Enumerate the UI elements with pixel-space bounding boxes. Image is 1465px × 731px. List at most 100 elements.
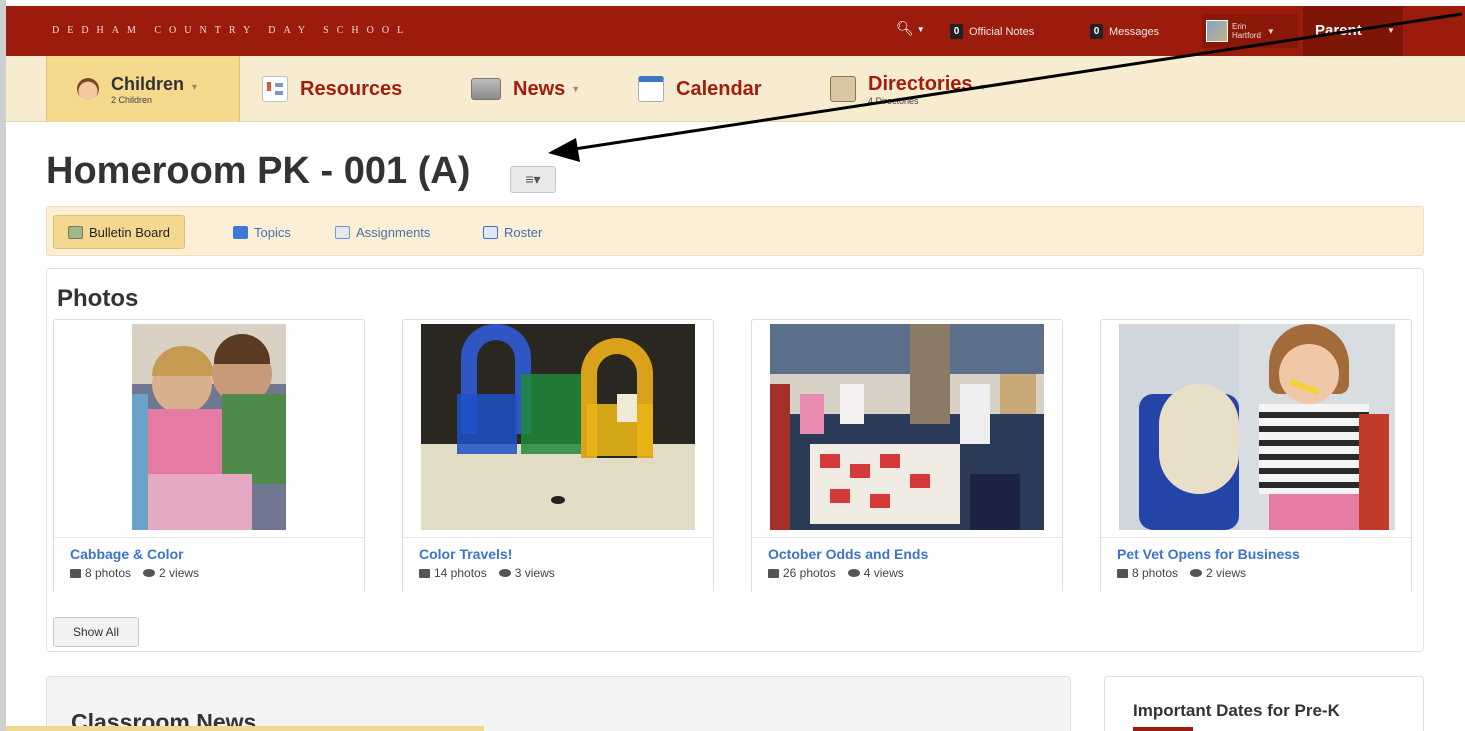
notification-strip (6, 726, 484, 731)
eye-icon (847, 569, 860, 577)
messages-link[interactable]: 0 Messages (1090, 24, 1159, 39)
bulletin-icon (68, 225, 83, 239)
tab-roster[interactable]: Roster (469, 215, 556, 249)
directory-icon (830, 76, 856, 102)
tab-bulletin-board[interactable]: Bulletin Board (53, 215, 185, 249)
photo-album-card[interactable]: Cabbage & Color 8 photos 2 views (53, 319, 365, 593)
section-menu-button[interactable]: ≡▾ (510, 166, 556, 193)
calendar-icon (638, 76, 664, 102)
chevron-down-icon: ▼ (1387, 26, 1395, 35)
official-notes-label: Official Notes (969, 25, 1035, 38)
eye-icon (498, 569, 511, 577)
official-notes-count: 0 (950, 24, 963, 39)
album-caption: Color Travels! 14 photos 3 views (403, 537, 713, 593)
school-name[interactable]: DEDHAM COUNTRY DAY SCHOOL (52, 25, 411, 36)
tab-label: Assignments (356, 224, 431, 240)
album-title-link[interactable]: Pet Vet Opens for Business (1117, 546, 1411, 562)
photos-title: Photos (57, 285, 139, 312)
nav-label-directories: Directories (868, 72, 973, 95)
album-view-count: 2 views (1206, 566, 1247, 580)
album-photo-count: 14 photos (434, 566, 487, 580)
role-label: Parent (1315, 22, 1362, 39)
tab-topics[interactable]: Topics (219, 215, 305, 249)
album-title-link[interactable]: Cabbage & Color (70, 546, 364, 562)
official-notes-link[interactable]: 0 Official Notes (950, 24, 1034, 39)
date-badge (1133, 727, 1193, 731)
photo-icon (419, 568, 430, 578)
tab-label: Bulletin Board (89, 224, 170, 240)
nav-label-resources: Resources (300, 77, 403, 100)
resources-icon (262, 76, 288, 102)
photo-album-card[interactable]: October Odds and Ends 26 photos 4 views (751, 319, 1063, 593)
avatar (1206, 20, 1228, 42)
chevron-down-icon: ▼ (978, 81, 988, 92)
album-cover-image[interactable] (1119, 324, 1395, 530)
chevron-down-icon: ▼ (190, 81, 199, 92)
nav-label-children: Children (111, 73, 185, 94)
search-icon: 🔍︎ (896, 20, 914, 36)
album-photo-count: 8 photos (85, 566, 132, 580)
album-meta: 14 photos 3 views (419, 566, 713, 580)
photo-album-card[interactable]: Color Travels! 14 photos 3 views (402, 319, 714, 593)
show-all-button[interactable]: Show All (53, 617, 139, 647)
tab-label: Roster (504, 224, 543, 240)
chevron-down-icon: ▼ (571, 84, 581, 94)
classroom-news-panel: Classroom News (46, 676, 1071, 731)
chevron-down-icon: ▼ (1266, 26, 1275, 36)
photo-album-card[interactable]: Pet Vet Opens for Business 8 photos 2 vi… (1100, 319, 1412, 593)
assignments-icon (335, 225, 350, 239)
news-icon (471, 78, 501, 100)
nav-item-directories[interactable]: Directories ▼ 4 Directories (830, 56, 987, 122)
photo-icon (768, 568, 779, 578)
nav-item-resources[interactable]: Resources (262, 56, 402, 122)
role-menu[interactable]: Parent ▼ (1303, 6, 1403, 56)
page-title: Homeroom PK - 001 (A) (46, 150, 471, 192)
eye-icon (143, 569, 156, 577)
list-menu-icon: ≡▾ (525, 171, 541, 187)
important-dates-title: Important Dates for Pre-K (1133, 701, 1340, 720)
nav-label-calendar: Calendar (676, 77, 762, 100)
album-view-count: 3 views (514, 566, 555, 580)
child-face-icon (77, 78, 99, 100)
photos-panel: Photos Cabbage & Color 8 photos 2 views (46, 268, 1424, 652)
album-cover-image[interactable] (132, 324, 286, 530)
album-cover-image[interactable] (421, 324, 695, 530)
album-view-count: 2 views (159, 566, 200, 580)
album-title-link[interactable]: October Odds and Ends (768, 546, 1062, 562)
nav-item-children[interactable]: Children ▼ 2 Children (46, 56, 240, 122)
nav-sub-directories: 4 Directories (868, 95, 919, 106)
nav-item-news[interactable]: News ▼ (471, 56, 580, 122)
album-meta: 8 photos 2 views (70, 566, 364, 580)
nav-sub-children: 2 Children (111, 94, 153, 105)
album-photo-count: 8 photos (1132, 566, 1179, 580)
user-last-name: Hartford (1232, 31, 1261, 40)
browser-content: DEDHAM COUNTRY DAY SCHOOL 🔍︎ ▼ 0 Official… (6, 0, 1465, 731)
topics-icon (233, 225, 248, 239)
messages-label: Messages (1109, 25, 1160, 38)
search-button[interactable]: 🔍︎ ▼ (896, 20, 925, 37)
nav-item-calendar[interactable]: Calendar (638, 56, 762, 122)
nav-label-news: News (513, 77, 566, 100)
album-view-count: 4 views (863, 566, 904, 580)
top-bar: DEDHAM COUNTRY DAY SCHOOL 🔍︎ ▼ 0 Official… (6, 6, 1465, 56)
tab-label: Topics (254, 224, 291, 240)
user-name: Erin Hartford (1232, 22, 1261, 40)
messages-count: 0 (1090, 24, 1103, 39)
main-nav: Children ▼ 2 Children Resources News ▼ Cal… (6, 56, 1465, 122)
photo-icon (70, 568, 81, 578)
photo-icon (1117, 568, 1128, 578)
user-first-name: Erin (1232, 22, 1247, 31)
user-menu[interactable]: Erin Hartford ▼ (1202, 14, 1298, 48)
chevron-down-icon: ▼ (916, 24, 925, 34)
album-caption: Pet Vet Opens for Business 8 photos 2 vi… (1101, 537, 1411, 593)
section-tabs: Bulletin Board Topics Assignments Roster (46, 206, 1424, 256)
album-photo-count: 26 photos (783, 566, 836, 580)
album-cover-image[interactable] (770, 324, 1044, 530)
album-meta: 26 photos 4 views (768, 566, 1062, 580)
album-title-link[interactable]: Color Travels! (419, 546, 713, 562)
roster-icon (483, 225, 498, 239)
album-meta: 8 photos 2 views (1117, 566, 1411, 580)
album-caption: October Odds and Ends 26 photos 4 views (752, 537, 1062, 593)
tab-assignments[interactable]: Assignments (321, 215, 444, 249)
important-dates-panel: Important Dates for Pre-K (1104, 676, 1424, 731)
